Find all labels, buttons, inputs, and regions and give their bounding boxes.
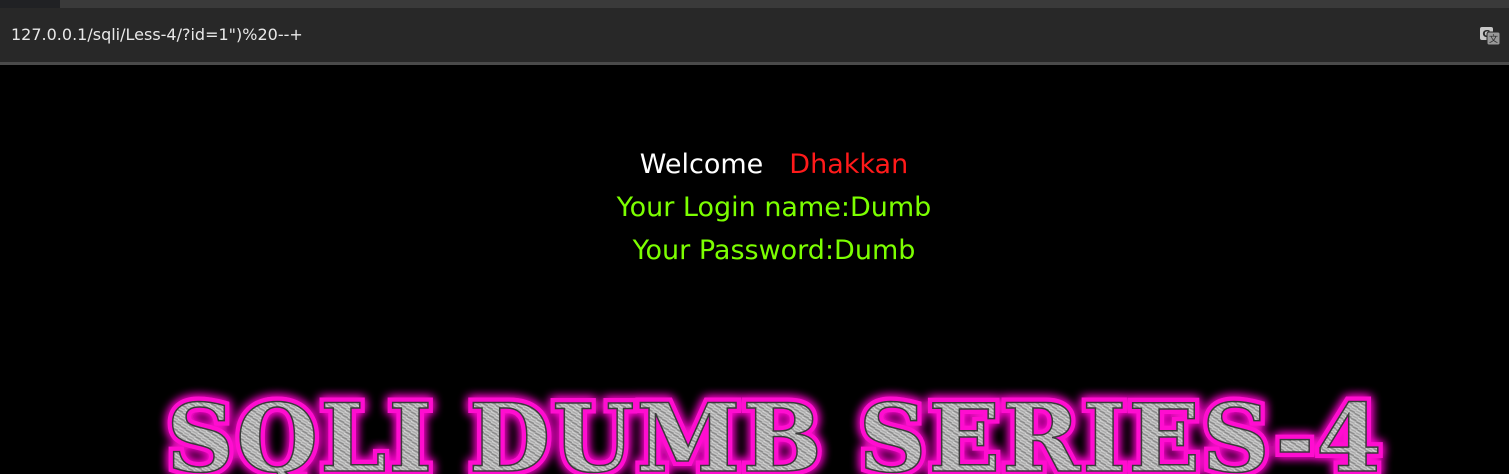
address-bar: G 文 xyxy=(0,8,1509,65)
translate-icon[interactable]: G 文 xyxy=(1479,26,1501,46)
active-tab-edge[interactable] xyxy=(0,0,60,8)
login-name-line: Your Login name:Dumb xyxy=(616,192,932,223)
svg-text:文: 文 xyxy=(1489,33,1498,45)
page-content: Welcome Dhakkan Your Login name:Dumb Your… xyxy=(0,65,1509,474)
welcome-label: Welcome xyxy=(639,149,764,180)
welcome-name: Dhakkan xyxy=(789,149,909,180)
series-title-image: SQLI DUMB SERIES-4 SQLI DUMB SERIES-4 xyxy=(161,379,1386,474)
title-text: SQLI DUMB SERIES-4 xyxy=(166,384,1383,474)
browser-tab-strip xyxy=(0,0,1509,8)
password-line: Your Password:Dumb xyxy=(632,235,916,266)
result-message: Welcome Dhakkan Your Login name:Dumb Your… xyxy=(0,143,1509,272)
url-field[interactable] xyxy=(11,21,1391,49)
welcome-line: Welcome Dhakkan xyxy=(0,143,1509,186)
